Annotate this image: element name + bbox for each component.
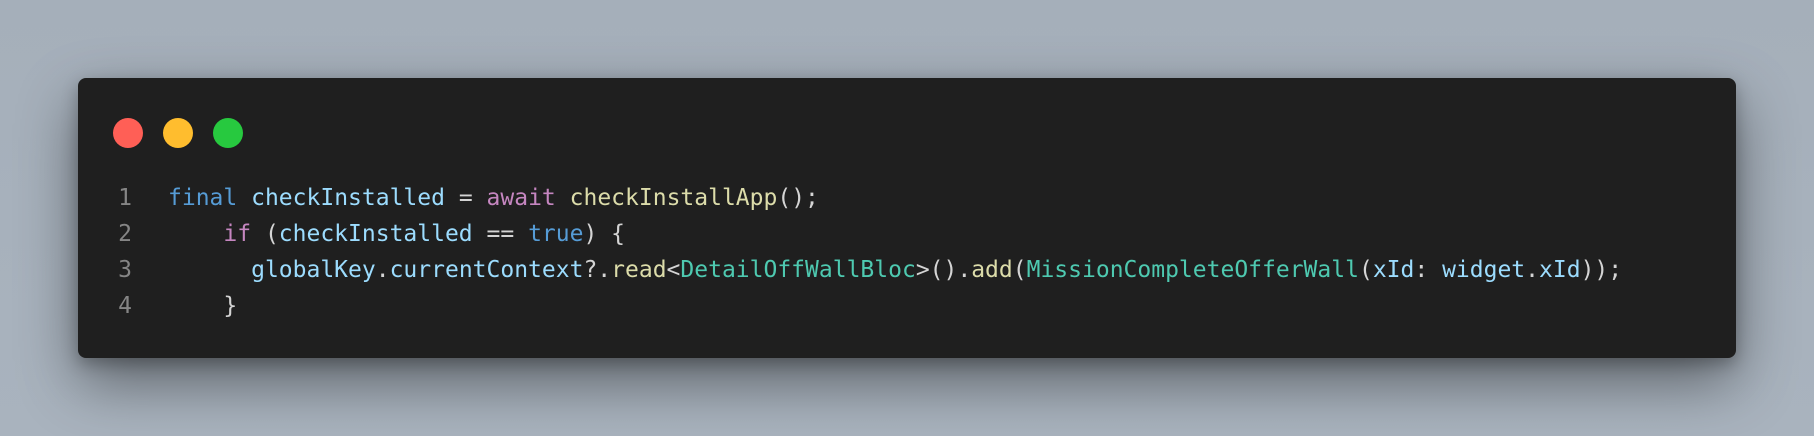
code-token: : [1414,257,1443,283]
code-token: globalKey [251,257,376,283]
code-text: final checkInstalled = await checkInstal… [132,180,819,216]
code-token: checkInstalled [251,185,445,211]
code-token: < [666,257,681,283]
code-token: checkInstallApp [569,185,778,211]
code-window: 1 final checkInstalled = await checkInsta… [78,78,1736,358]
line-number: 4 [118,293,132,319]
close-button[interactable] [113,118,143,148]
code-token: . [1525,257,1540,283]
line-number: 1 [118,185,132,211]
code-token: } [168,293,238,319]
code-token: currentContext [389,257,584,283]
code-token: final [168,185,238,211]
code-text: globalKey.currentContext?.read<DetailOff… [132,252,1622,288]
code-token: read [611,257,667,283]
code-token: ( [251,221,279,247]
code-token: ( [1012,257,1027,283]
code-token: await [486,185,556,211]
code-token: checkInstalled [278,221,473,247]
code-text: if (checkInstalled == true) { [132,216,625,252]
code-line: 1 final checkInstalled = await checkInsta… [78,180,1736,216]
code-block: 1 final checkInstalled = await checkInsta… [78,180,1736,324]
code-token: == [472,221,529,247]
code-token: true [528,221,584,247]
code-token: ) { [583,221,625,247]
line-number: 3 [118,257,132,283]
code-token: xId [1372,257,1415,283]
code-line: 2 if (checkInstalled == true) { [78,216,1736,252]
code-token: ( [1358,257,1373,283]
code-line: 4 } [78,288,1736,324]
code-token: widget [1442,257,1526,283]
code-token: DetailOffWallBloc [680,257,916,283]
code-token: >(). [915,257,972,283]
window-titlebar [113,118,243,148]
code-token: MissionCompleteOfferWall [1026,257,1359,283]
code-token: = [444,185,487,211]
code-token: . [375,257,390,283]
code-token: xId [1539,257,1581,283]
zoom-button[interactable] [213,118,243,148]
code-line: 3 globalKey.currentContext?.read<DetailO… [78,252,1736,288]
code-token: add [971,257,1013,283]
minimize-button[interactable] [163,118,193,148]
code-text: } [132,288,237,324]
code-token: ?. [583,257,612,283]
code-token: (); [777,185,819,211]
line-number: 2 [118,221,132,247]
code-token: if [223,221,252,247]
code-token: )); [1580,257,1623,283]
